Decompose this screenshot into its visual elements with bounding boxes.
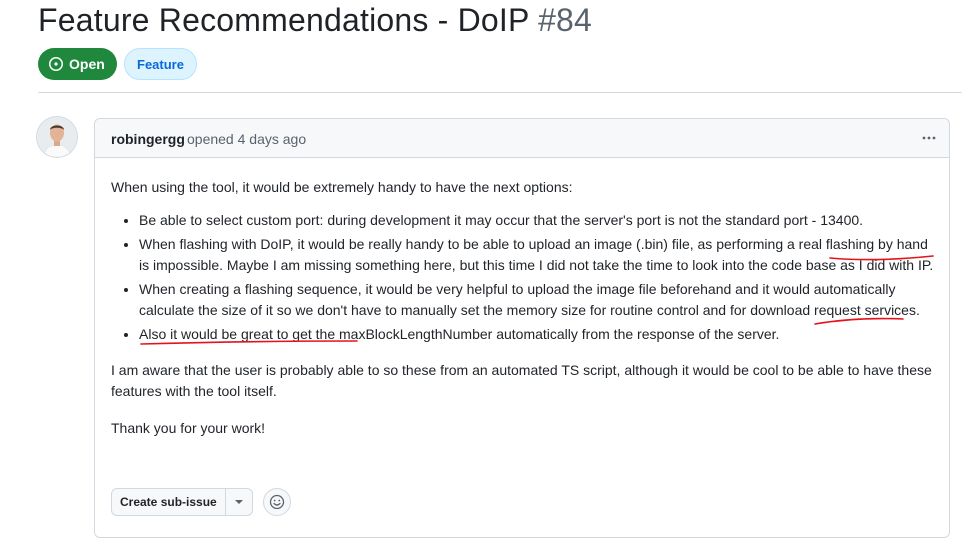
issue-number: #84 [538, 2, 593, 38]
issue-title: Feature Recommendations - DoIP #84 [38, 2, 592, 39]
comment-paragraph: I am aware that the user is probably abl… [111, 362, 932, 399]
create-sub-issue-button[interactable]: Create sub-issue [112, 489, 226, 515]
triangle-down-icon[interactable] [226, 489, 252, 515]
list-item: When flashing with DoIP, it would be rea… [139, 234, 937, 276]
comment-footer: Create sub-issue [111, 488, 291, 516]
issue-state-label: Open [69, 56, 105, 72]
create-sub-issue-split-button: Create sub-issue [111, 488, 253, 516]
comment-closing: Thank you for your work! [111, 420, 266, 436]
header-divider [38, 92, 962, 93]
issue-opened-icon [48, 56, 64, 72]
comment-intro: When using the tool, it would be extreme… [111, 179, 573, 195]
issue-comment: robingergg opened 4 days ago When using … [94, 118, 950, 538]
issue-title-text: Feature Recommendations - DoIP [38, 2, 529, 38]
list-item: When creating a flashing sequence, it wo… [139, 279, 937, 321]
comment-author[interactable]: robingergg [111, 131, 185, 147]
list-item: Be able to select custom port: during de… [139, 210, 937, 231]
comment-header: robingergg opened 4 days ago [95, 119, 949, 158]
avatar[interactable] [37, 117, 77, 157]
issue-state-badge: Open [38, 48, 117, 80]
smiley-icon[interactable] [262, 488, 291, 516]
kebab-menu-icon[interactable] [919, 128, 939, 148]
comment-body: When using the tool, it would be extreme… [111, 177, 937, 439]
list-item: Also it would be great to get the maxBlo… [139, 324, 937, 345]
comment-timestamp: opened 4 days ago [187, 131, 307, 147]
feature-list: Be able to select custom port: during de… [111, 210, 937, 345]
label-feature[interactable]: Feature [124, 48, 197, 80]
